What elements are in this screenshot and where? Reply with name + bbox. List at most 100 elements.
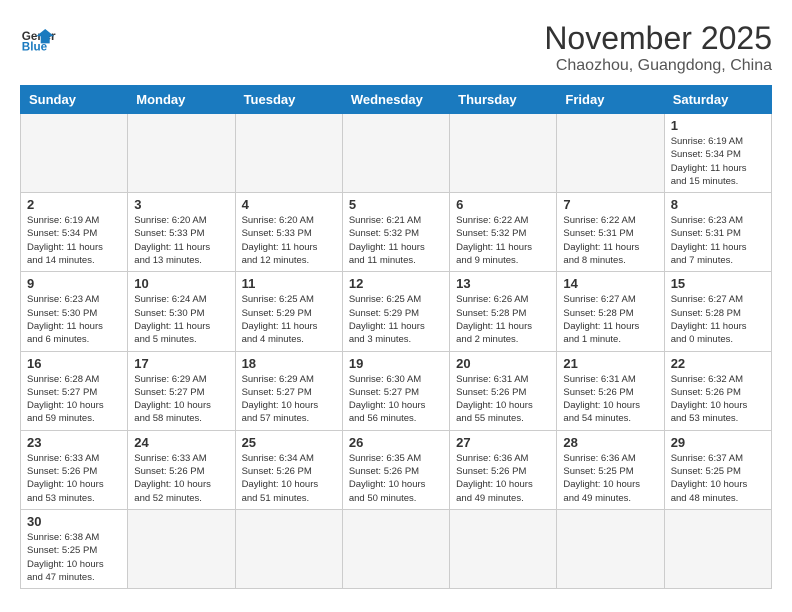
calendar-week-row: 23 Sunrise: 6:33 AM Sunset: 5:26 PM Dayli… — [21, 430, 772, 509]
calendar-cell: 21 Sunrise: 6:31 AM Sunset: 5:26 PM Dayli… — [557, 351, 664, 430]
calendar-cell — [557, 114, 664, 193]
calendar-cell — [21, 114, 128, 193]
header: General Blue November 2025 Chaozhou, Gua… — [20, 20, 772, 75]
title-section: November 2025 Chaozhou, Guangdong, China — [544, 20, 772, 75]
calendar-cell: 2 Sunrise: 6:19 AM Sunset: 5:34 PM Daylig… — [21, 193, 128, 272]
day-info: Sunrise: 6:22 AM Sunset: 5:32 PM Dayligh… — [456, 214, 550, 267]
day-info: Sunrise: 6:25 AM Sunset: 5:29 PM Dayligh… — [349, 293, 443, 346]
calendar-header-monday: Monday — [128, 86, 235, 114]
day-info: Sunrise: 6:33 AM Sunset: 5:26 PM Dayligh… — [27, 452, 121, 505]
calendar-week-row: 16 Sunrise: 6:28 AM Sunset: 5:27 PM Dayli… — [21, 351, 772, 430]
location-title: Chaozhou, Guangdong, China — [544, 57, 772, 75]
day-info: Sunrise: 6:29 AM Sunset: 5:27 PM Dayligh… — [134, 373, 228, 426]
day-info: Sunrise: 6:19 AM Sunset: 5:34 PM Dayligh… — [27, 214, 121, 267]
day-number: 11 — [242, 276, 336, 291]
calendar: SundayMondayTuesdayWednesdayThursdayFrid… — [20, 85, 772, 589]
day-info: Sunrise: 6:33 AM Sunset: 5:26 PM Dayligh… — [134, 452, 228, 505]
calendar-cell: 23 Sunrise: 6:33 AM Sunset: 5:26 PM Dayli… — [21, 430, 128, 509]
calendar-cell: 19Sunrise: 6:30 AM Sunset: 5:27 PM Dayli… — [342, 351, 449, 430]
day-number: 30 — [27, 514, 121, 529]
calendar-cell — [128, 114, 235, 193]
month-title: November 2025 — [544, 20, 772, 57]
calendar-cell — [450, 114, 557, 193]
calendar-cell — [557, 509, 664, 588]
day-number: 24 — [134, 435, 228, 450]
calendar-cell: 20 Sunrise: 6:31 AM Sunset: 5:26 PM Dayli… — [450, 351, 557, 430]
calendar-cell: 18 Sunrise: 6:29 AM Sunset: 5:27 PM Dayli… — [235, 351, 342, 430]
day-info: Sunrise: 6:29 AM Sunset: 5:27 PM Dayligh… — [242, 373, 336, 426]
calendar-header-saturday: Saturday — [664, 86, 771, 114]
calendar-week-row: 9 Sunrise: 6:23 AM Sunset: 5:30 PM Daylig… — [21, 272, 772, 351]
calendar-cell: 25 Sunrise: 6:34 AM Sunset: 5:26 PM Dayli… — [235, 430, 342, 509]
day-info: Sunrise: 6:25 AM Sunset: 5:29 PM Dayligh… — [242, 293, 336, 346]
calendar-cell: 22 Sunrise: 6:32 AM Sunset: 5:26 PM Dayli… — [664, 351, 771, 430]
calendar-cell: 12 Sunrise: 6:25 AM Sunset: 5:29 PM Dayli… — [342, 272, 449, 351]
day-number: 16 — [27, 356, 121, 371]
calendar-cell: 26Sunrise: 6:35 AM Sunset: 5:26 PM Dayli… — [342, 430, 449, 509]
calendar-header-wednesday: Wednesday — [342, 86, 449, 114]
calendar-cell: 13Sunrise: 6:26 AM Sunset: 5:28 PM Dayli… — [450, 272, 557, 351]
calendar-cell: 6Sunrise: 6:22 AM Sunset: 5:32 PM Daylig… — [450, 193, 557, 272]
day-info: Sunrise: 6:31 AM Sunset: 5:26 PM Dayligh… — [456, 373, 550, 426]
day-info: Sunrise: 6:37 AM Sunset: 5:25 PM Dayligh… — [671, 452, 765, 505]
logo: General Blue — [20, 20, 56, 56]
day-info: Sunrise: 6:27 AM Sunset: 5:28 PM Dayligh… — [563, 293, 657, 346]
calendar-cell — [342, 509, 449, 588]
day-number: 23 — [27, 435, 121, 450]
day-number: 8 — [671, 197, 765, 212]
calendar-cell — [664, 509, 771, 588]
day-info: Sunrise: 6:36 AM Sunset: 5:26 PM Dayligh… — [456, 452, 550, 505]
day-info: Sunrise: 6:19 AM Sunset: 5:34 PM Dayligh… — [671, 135, 765, 188]
calendar-week-row: 30Sunrise: 6:38 AM Sunset: 5:25 PM Dayli… — [21, 509, 772, 588]
calendar-cell: 10 Sunrise: 6:24 AM Sunset: 5:30 PM Dayli… — [128, 272, 235, 351]
calendar-cell — [342, 114, 449, 193]
day-info: Sunrise: 6:27 AM Sunset: 5:28 PM Dayligh… — [671, 293, 765, 346]
day-info: Sunrise: 6:22 AM Sunset: 5:31 PM Dayligh… — [563, 214, 657, 267]
day-number: 4 — [242, 197, 336, 212]
day-number: 12 — [349, 276, 443, 291]
day-info: Sunrise: 6:23 AM Sunset: 5:30 PM Dayligh… — [27, 293, 121, 346]
day-number: 2 — [27, 197, 121, 212]
calendar-cell: 11 Sunrise: 6:25 AM Sunset: 5:29 PM Dayli… — [235, 272, 342, 351]
day-number: 27 — [456, 435, 550, 450]
calendar-cell — [235, 509, 342, 588]
day-number: 17 — [134, 356, 228, 371]
calendar-cell: 27 Sunrise: 6:36 AM Sunset: 5:26 PM Dayli… — [450, 430, 557, 509]
day-info: Sunrise: 6:24 AM Sunset: 5:30 PM Dayligh… — [134, 293, 228, 346]
day-info: Sunrise: 6:36 AM Sunset: 5:25 PM Dayligh… — [563, 452, 657, 505]
calendar-cell: 7 Sunrise: 6:22 AM Sunset: 5:31 PM Daylig… — [557, 193, 664, 272]
day-number: 22 — [671, 356, 765, 371]
day-info: Sunrise: 6:31 AM Sunset: 5:26 PM Dayligh… — [563, 373, 657, 426]
day-info: Sunrise: 6:32 AM Sunset: 5:26 PM Dayligh… — [671, 373, 765, 426]
day-number: 25 — [242, 435, 336, 450]
day-number: 26 — [349, 435, 443, 450]
day-number: 3 — [134, 197, 228, 212]
calendar-header-thursday: Thursday — [450, 86, 557, 114]
calendar-cell: 28Sunrise: 6:36 AM Sunset: 5:25 PM Dayli… — [557, 430, 664, 509]
calendar-cell: 29 Sunrise: 6:37 AM Sunset: 5:25 PM Dayli… — [664, 430, 771, 509]
day-number: 29 — [671, 435, 765, 450]
day-info: Sunrise: 6:23 AM Sunset: 5:31 PM Dayligh… — [671, 214, 765, 267]
day-info: Sunrise: 6:28 AM Sunset: 5:27 PM Dayligh… — [27, 373, 121, 426]
day-info: Sunrise: 6:34 AM Sunset: 5:26 PM Dayligh… — [242, 452, 336, 505]
calendar-cell: 16 Sunrise: 6:28 AM Sunset: 5:27 PM Dayli… — [21, 351, 128, 430]
calendar-cell: 17 Sunrise: 6:29 AM Sunset: 5:27 PM Dayli… — [128, 351, 235, 430]
calendar-cell: 15Sunrise: 6:27 AM Sunset: 5:28 PM Dayli… — [664, 272, 771, 351]
calendar-header-tuesday: Tuesday — [235, 86, 342, 114]
day-number: 5 — [349, 197, 443, 212]
calendar-cell — [450, 509, 557, 588]
day-number: 20 — [456, 356, 550, 371]
day-info: Sunrise: 6:20 AM Sunset: 5:33 PM Dayligh… — [242, 214, 336, 267]
calendar-cell: 1 Sunrise: 6:19 AM Sunset: 5:34 PM Daylig… — [664, 114, 771, 193]
day-number: 10 — [134, 276, 228, 291]
calendar-header-sunday: Sunday — [21, 86, 128, 114]
day-number: 21 — [563, 356, 657, 371]
calendar-cell: 8 Sunrise: 6:23 AM Sunset: 5:31 PM Daylig… — [664, 193, 771, 272]
day-number: 7 — [563, 197, 657, 212]
calendar-cell: 4 Sunrise: 6:20 AM Sunset: 5:33 PM Daylig… — [235, 193, 342, 272]
calendar-cell: 3Sunrise: 6:20 AM Sunset: 5:33 PM Daylig… — [128, 193, 235, 272]
day-number: 18 — [242, 356, 336, 371]
day-number: 1 — [671, 118, 765, 133]
day-number: 9 — [27, 276, 121, 291]
calendar-week-row: 1 Sunrise: 6:19 AM Sunset: 5:34 PM Daylig… — [21, 114, 772, 193]
